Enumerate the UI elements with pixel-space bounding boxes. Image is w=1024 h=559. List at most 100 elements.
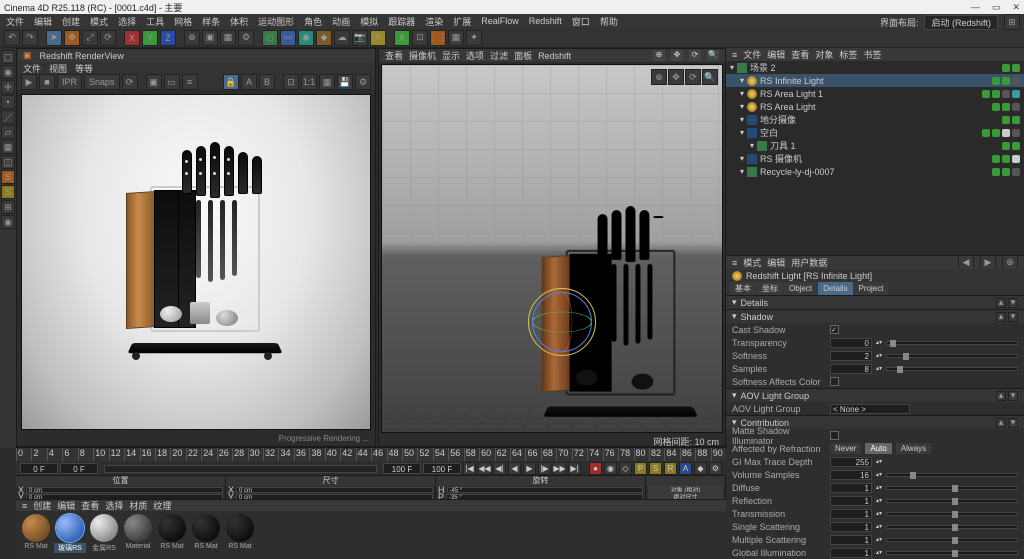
environment-button[interactable]: ☁ [334,30,350,46]
vis-dot[interactable] [992,168,1000,176]
section-toggle[interactable]: ▴ [996,298,1006,308]
material-item[interactable]: 金属RS [88,514,120,553]
section-toggle[interactable]: ▾ [1008,391,1018,401]
layout-icon[interactable]: ⊞ [1004,14,1020,30]
tree-row[interactable]: ▾RS Infinite Light [726,74,1024,87]
vis-dot[interactable] [1002,116,1010,124]
tl-autokey[interactable]: ◉ [604,462,617,475]
tl-goto-start[interactable]: |◀ [463,462,476,475]
axis-mode[interactable]: ✛ [1,80,15,94]
generator-button[interactable]: ◉ [298,30,314,46]
vp-nav-3[interactable]: ⟳ [685,69,701,85]
attr-tab[interactable]: 用户数据 [791,256,827,269]
rv-start[interactable]: ▶ [21,74,37,90]
viewport[interactable]: ⊕ ✥ ⟳ 🔍 [381,64,723,433]
minimize-button[interactable]: — [971,2,980,13]
tl-record[interactable]: ● [589,462,602,475]
rv-ipr[interactable]: IPR [57,74,82,90]
vis-dot[interactable] [992,77,1000,85]
rv-settings[interactable]: ⚙ [355,74,371,90]
material-item[interactable]: RS Mat [20,514,52,553]
section-toggle[interactable]: ▾ [1008,312,1018,322]
xpresso-button[interactable]: X [394,30,410,46]
vis-dot[interactable] [1012,129,1020,137]
rv-tab-view[interactable]: 视图 [49,62,67,74]
mat-tab[interactable]: 编辑 [57,499,75,512]
vp-menu-Redshift[interactable]: Redshift [538,51,571,61]
vis-dot[interactable] [1012,77,1020,85]
slider[interactable] [886,512,1018,516]
tl-options[interactable]: ⚙ [709,462,722,475]
coord-field[interactable]: 0 cm [26,487,223,493]
tl-pos-key[interactable]: P [634,462,647,475]
vp-nav-1[interactable]: ⊕ [651,69,667,85]
vis-dot[interactable] [1002,103,1010,111]
attr-page-tab[interactable]: Project [854,282,889,295]
rv-snap[interactable]: Snaps [84,74,120,90]
tree-row[interactable]: ▾场景 2 [726,61,1024,74]
vis-dot[interactable] [992,90,1000,98]
vis-dot[interactable] [1002,155,1010,163]
material-item[interactable]: 玻璃RS [54,514,86,553]
section-toggle[interactable]: ▴ [996,418,1006,428]
obj-tab[interactable]: 查看 [791,48,809,61]
rv-aov[interactable]: ≡ [182,74,198,90]
slider[interactable] [886,551,1018,555]
tl-play-back[interactable]: ◀ [508,462,521,475]
tree-row[interactable]: ▾刀具 1 [726,139,1024,152]
checkbox[interactable] [830,325,839,334]
mat-tab[interactable]: 选择 [105,499,123,512]
texture-mode[interactable]: ▦ [1,140,15,154]
tl-scale-key[interactable]: S [649,462,662,475]
section-toggle[interactable]: ▾ [1008,418,1018,428]
timeline-ruler[interactable]: 0246810121416182022242628303234363840424… [16,448,726,461]
menu-运动图形[interactable]: 运动图形 [258,15,294,28]
slider[interactable] [886,473,1018,477]
redo-button[interactable]: ↷ [22,30,38,46]
vp-nav-4[interactable]: 🔍 [702,69,718,85]
obj-tab[interactable]: 编辑 [767,48,785,61]
vis-dot[interactable] [1012,168,1020,176]
number-field[interactable]: 8 [830,364,872,374]
vis-dot[interactable] [992,155,1000,163]
mat-tab[interactable]: 纹理 [153,499,171,512]
section-toggle[interactable]: ▴ [996,312,1006,322]
volume-button[interactable]: ▦ [448,30,464,46]
vis-dot[interactable] [1002,142,1010,150]
tl-pla-key[interactable]: ◆ [694,462,707,475]
vp-menu-选项[interactable]: 选项 [466,49,484,62]
vis-dot[interactable] [982,90,990,98]
vis-dot[interactable] [1012,155,1020,163]
pill-option[interactable]: Auto [865,443,891,454]
mat-tab[interactable]: ≡ [22,501,27,511]
maximize-button[interactable]: ▭ [992,2,1001,13]
attr-tab[interactable]: 模式 [743,256,761,269]
tree-row[interactable]: ▾Recycle-ly-dj-0007 [726,165,1024,178]
tl-next-frame[interactable]: |▶ [538,462,551,475]
attr-page-tab[interactable]: Details [818,282,852,295]
tl-end1[interactable]: 100 F [383,463,421,474]
point-mode[interactable]: • [1,95,15,109]
slider[interactable] [886,341,1018,345]
close-button[interactable]: ✕ [1012,2,1020,13]
render-region-button[interactable]: ▦ [220,30,236,46]
vis-dot[interactable] [1002,168,1010,176]
vis-dot[interactable] [1002,77,1010,85]
character-button[interactable]: ✦ [466,30,482,46]
number-field[interactable]: 2 [830,351,872,361]
render-button[interactable]: ▣ [202,30,218,46]
rv-channels[interactable]: ▦ [319,74,335,90]
axis-z-icon[interactable]: Z [160,30,176,46]
tl-param-key[interactable]: A [679,462,692,475]
section-header[interactable]: ▾Shadow▴▾ [726,310,1024,323]
axis-x-icon[interactable]: X [124,30,140,46]
tl-rot-key[interactable]: R [664,462,677,475]
menu-体积[interactable]: 体积 [230,15,248,28]
undo-button[interactable]: ↶ [4,30,20,46]
coord-field[interactable]: 0 cm [236,487,433,493]
rotation-gizmo[interactable] [532,292,592,352]
tl-current[interactable]: 0 F [60,463,98,474]
vis-dot[interactable] [992,129,1000,137]
tree-row[interactable]: ▾RS Area Light 1 [726,87,1024,100]
vis-dot[interactable] [1012,90,1020,98]
